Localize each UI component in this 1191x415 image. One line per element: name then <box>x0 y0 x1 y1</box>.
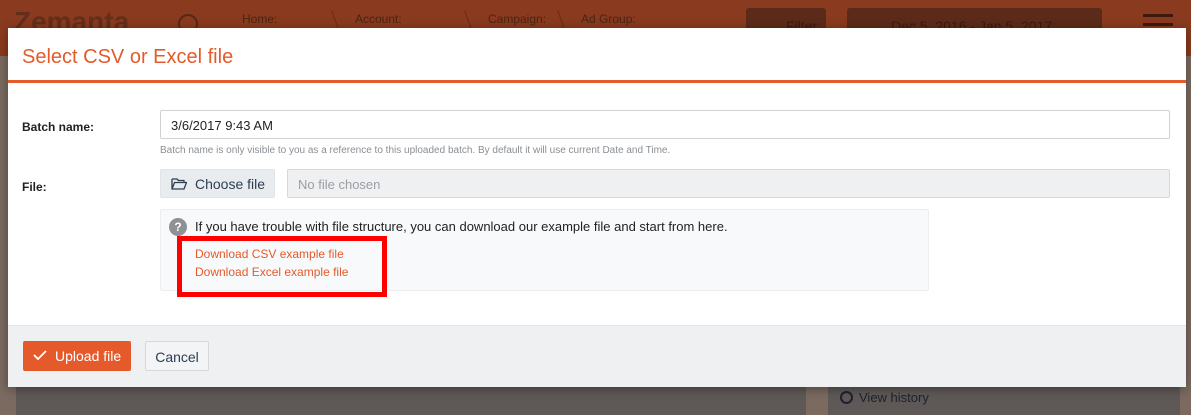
batch-name-label: Batch name: <box>22 120 95 134</box>
choose-file-label: Choose file <box>195 176 266 192</box>
upload-modal: Select CSV or Excel file Batch name: 3/6… <box>8 28 1186 387</box>
modal-title: Select CSV or Excel file <box>22 46 234 68</box>
batch-name-input[interactable]: 3/6/2017 9:43 AM <box>160 110 1170 139</box>
question-icon: ? <box>169 218 187 236</box>
cancel-button[interactable]: Cancel <box>145 341 209 371</box>
info-text: If you have trouble with file structure,… <box>195 219 728 234</box>
upload-file-label: Upload file <box>55 348 122 364</box>
breadcrumb-account[interactable]: Account: <box>355 12 402 26</box>
modal-body: Batch name: 3/6/2017 9:43 AM Batch name … <box>8 83 1186 325</box>
folder-open-icon <box>171 178 187 190</box>
history-icon <box>840 391 853 404</box>
check-icon <box>33 350 47 360</box>
breadcrumb-home[interactable]: Home: <box>242 12 277 26</box>
highlight-box <box>177 236 387 297</box>
view-history-label: View history <box>859 390 929 405</box>
breadcrumb-campaign[interactable]: Campaign: <box>488 12 546 26</box>
modal-header: Select CSV or Excel file <box>8 28 1186 83</box>
breadcrumb-ad-group[interactable]: Ad Group: <box>581 12 636 26</box>
view-history-link[interactable]: View history <box>840 390 929 405</box>
example-file-info: ? If you have trouble with file structur… <box>160 209 929 297</box>
modal-footer: Upload file Cancel <box>8 325 1186 387</box>
file-label: File: <box>22 180 47 194</box>
batch-name-help: Batch name is only visible to you as a r… <box>160 145 671 156</box>
upload-file-button[interactable]: Upload file <box>23 341 131 371</box>
file-name-display: No file chosen <box>287 169 1170 198</box>
choose-file-button[interactable]: Choose file <box>160 169 275 198</box>
